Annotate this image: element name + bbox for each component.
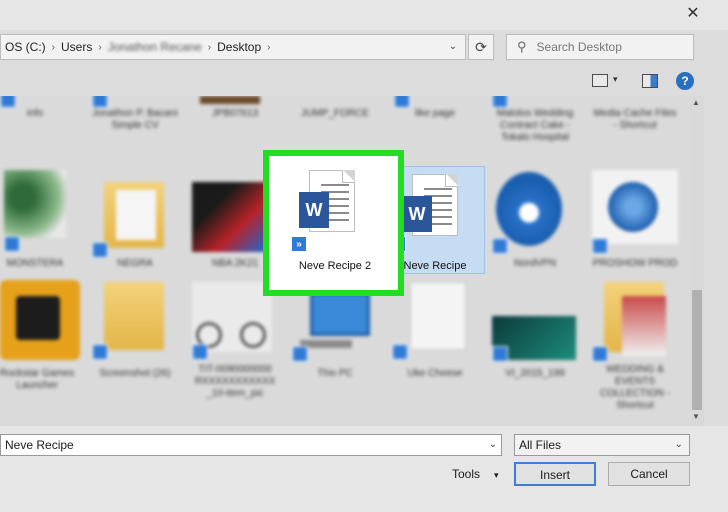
- close-icon[interactable]: ✕: [684, 5, 702, 23]
- breadcrumb-users[interactable]: Users ›: [61, 40, 102, 54]
- file-label[interactable]: VI_2015_199: [492, 368, 578, 380]
- shortcut-arrow-icon: [592, 346, 608, 362]
- file-label[interactable]: MONSTERA: [0, 258, 78, 270]
- file-label-neve-recipe[interactable]: Neve Recipe: [392, 260, 478, 272]
- shortcut-arrow-icon: [492, 238, 508, 254]
- screenshot-thumbnail: [104, 282, 164, 350]
- search-placeholder: Search Desktop: [536, 40, 622, 54]
- file-label[interactable]: TIT-0090000000 RXXXXXXXXXXX _10-item_pic: [192, 364, 278, 400]
- shortcut-badge-icon: [4, 236, 20, 252]
- shortcut-badge-icon: [192, 344, 208, 360]
- file-label[interactable]: JUMP_FORCE: [292, 108, 378, 120]
- file-label[interactable]: Rockstar Games Launcher: [0, 368, 80, 392]
- help-icon[interactable]: ?: [676, 72, 694, 90]
- scrollbar-thumb[interactable]: [692, 290, 702, 410]
- shortcut-badge-icon: [492, 346, 508, 362]
- chevron-down-icon[interactable]: ⌄: [489, 435, 497, 455]
- dialog-footer: Neve Recipe ⌄ All Files ⌄ Tools ▾ Insert …: [0, 426, 728, 512]
- plant-image-thumbnail: [4, 170, 66, 238]
- address-history-dropdown[interactable]: ⌄: [441, 35, 465, 59]
- preview-pane-icon[interactable]: [642, 74, 658, 88]
- breadcrumb-desktop[interactable]: Desktop ›: [217, 40, 270, 54]
- file-label[interactable]: NEGRA: [92, 258, 178, 270]
- filetype-select[interactable]: All Files ⌄: [514, 434, 690, 456]
- file-label[interactable]: Media Cache Files - Shortcut: [592, 108, 678, 132]
- shortcut-badge-icon: »: [291, 236, 307, 252]
- title-bar: ✕: [0, 0, 728, 30]
- file-label-neve-recipe-2: Neve Recipe 2: [298, 260, 372, 272]
- file-label[interactable]: WEDDING & EVENTS COLLECTION - Shortcut: [592, 364, 678, 412]
- address-row: OS (C:) › Users › Jonathon Recane › Desktop…: [0, 32, 728, 62]
- filename-input[interactable]: Neve Recipe ⌄: [0, 434, 502, 456]
- file-label[interactable]: like page: [392, 108, 478, 120]
- cancel-button[interactable]: Cancel: [608, 462, 690, 486]
- chevron-right-icon[interactable]: ›: [208, 42, 211, 53]
- tools-dropdown-icon[interactable]: ▾: [494, 470, 499, 480]
- scroll-down-icon[interactable]: ▼: [692, 412, 700, 421]
- bike-wheel: [240, 322, 266, 348]
- file-label[interactable]: Malolos Wedding Contract Cake - Tokalo H…: [492, 108, 578, 144]
- nordvpn-icon: [496, 172, 562, 246]
- shortcut-badge-icon: [92, 96, 108, 108]
- file-label[interactable]: info: [0, 108, 78, 120]
- monitor-icon: [310, 292, 370, 336]
- file-label[interactable]: NordVPN: [492, 258, 578, 270]
- folder-document-preview: [116, 190, 156, 240]
- shortcut-arrow-icon: [592, 238, 608, 254]
- file-label[interactable]: This PC: [292, 368, 378, 380]
- image-thumbnail: [200, 96, 260, 104]
- breadcrumb-user[interactable]: Jonathon Recane ›: [108, 40, 211, 54]
- chevron-right-icon[interactable]: ›: [98, 42, 101, 53]
- shortcut-badge-icon: [0, 96, 16, 108]
- blank-document-icon: [410, 282, 466, 350]
- rockstar-logo: [16, 296, 60, 340]
- shortcut-badge-icon: [92, 344, 108, 360]
- view-options-dropdown[interactable]: ▾: [613, 74, 618, 85]
- word-document-icon: W: [299, 170, 355, 236]
- proshow-icon: [608, 182, 658, 232]
- view-toolbar: ▾ ?: [0, 66, 728, 96]
- shortcut-arrow-icon: [292, 346, 308, 362]
- chevron-down-icon[interactable]: ⌄: [675, 435, 683, 455]
- shortcut-badge-icon: [394, 96, 410, 108]
- scroll-up-icon[interactable]: ▲: [692, 98, 700, 107]
- change-view-icon[interactable]: [592, 74, 608, 87]
- shortcut-arrow-icon: [92, 242, 108, 258]
- shortcut-badge-icon: [392, 344, 408, 360]
- file-label[interactable]: Jonathon P. Bacani Simple CV: [92, 108, 178, 132]
- tools-menu[interactable]: Tools ▾: [452, 466, 499, 483]
- address-bar[interactable]: OS (C:) › Users › Jonathon Recane › Desktop…: [0, 34, 466, 60]
- chevron-right-icon[interactable]: ›: [267, 42, 270, 53]
- search-icon: ⚲: [517, 39, 527, 54]
- highlighted-file-neve-recipe-2[interactable]: W » Neve Recipe 2: [263, 150, 404, 296]
- file-label[interactable]: JPB07613: [192, 108, 278, 120]
- file-label[interactable]: PROSHOW PROD: [592, 258, 678, 270]
- shortcut-badge-icon: [492, 96, 508, 108]
- insert-button[interactable]: Insert: [514, 462, 596, 486]
- file-label[interactable]: Uke Cheese: [392, 368, 478, 380]
- refresh-button[interactable]: ⟳: [468, 34, 494, 60]
- file-label[interactable]: Screenshot (26): [92, 368, 178, 380]
- folder-photo-preview: [622, 296, 666, 356]
- word-document-icon[interactable]: W: [402, 174, 458, 240]
- search-input[interactable]: ⚲ Search Desktop: [506, 34, 694, 60]
- breadcrumb-drive[interactable]: OS (C:) ›: [5, 40, 55, 54]
- chevron-right-icon[interactable]: ›: [52, 42, 55, 53]
